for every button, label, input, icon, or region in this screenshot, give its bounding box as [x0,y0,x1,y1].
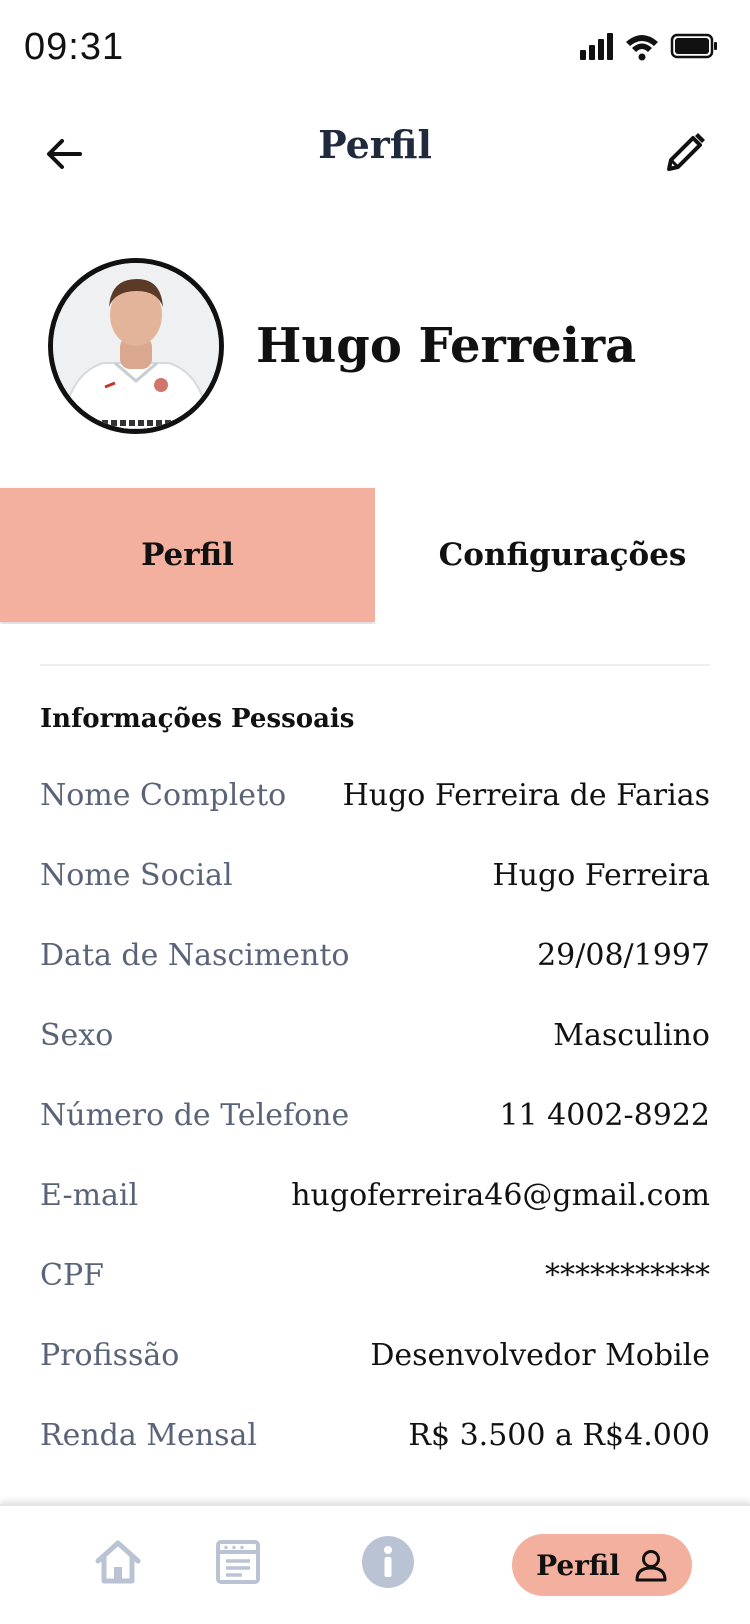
edit-button[interactable] [658,124,714,180]
info-row-cpf: CPF *********** [40,1258,710,1298]
personal-info-section: Informações Pessoais Nome Completo Hugo … [0,624,750,1504]
info-row-renda-mensal: Renda Mensal R$ 3.500 a R$4.000 [40,1418,710,1458]
info-icon [362,1536,414,1588]
home-icon [95,1540,141,1584]
avatar [48,258,224,434]
info-label: E-mail [40,1178,139,1213]
status-time: 09:31 [24,26,125,68]
info-label: Renda Mensal [40,1418,257,1453]
info-row-email: E-mail hugoferreira46@gmail.com [40,1178,710,1218]
info-row-sexo: Sexo Masculino [40,1018,710,1058]
tab-configuracoes[interactable]: Configurações [375,488,750,622]
section-title: Informações Pessoais [40,704,355,734]
info-row-nome-completo: Nome Completo Hugo Ferreira de Farias [40,778,710,818]
user-icon [635,1550,667,1582]
divider [40,664,710,666]
pencil-icon [667,133,705,171]
profile-header: Hugo Ferreira [0,256,750,436]
info-value: Hugo Ferreira de Farias [342,778,710,813]
tab-perfil[interactable]: Perfil [0,488,375,622]
nav-info[interactable] [360,1534,416,1590]
nav-perfil[interactable]: Perfil [512,1534,692,1596]
signal-wifi-battery-icon [580,33,717,61]
nav-news[interactable] [210,1534,266,1590]
info-label: Número de Telefone [40,1098,350,1133]
newspaper-icon [216,1540,260,1584]
info-row-nome-social: Nome Social Hugo Ferreira [40,858,710,898]
info-label: Profissão [40,1338,180,1373]
avatar-photo [53,263,219,429]
page-title: Perfil [318,122,432,167]
info-label: Sexo [40,1018,114,1053]
info-value: 29/08/1997 [537,938,710,973]
info-value: hugoferreira46@gmail.com [291,1178,710,1213]
info-value: Masculino [553,1018,710,1053]
info-row-telefone: Número de Telefone 11 4002-8922 [40,1098,710,1138]
info-value: Hugo Ferreira [492,858,710,893]
info-label: Nome Social [40,858,233,893]
nav-home[interactable] [90,1534,146,1590]
app-header: Perfil [0,96,750,206]
nav-perfil-label: Perfil [536,1548,620,1582]
profile-tabs: Perfil Configurações [0,488,750,622]
status-icons [580,30,720,62]
info-value: Desenvolvedor Mobile [370,1338,710,1373]
info-value: *********** [545,1258,710,1293]
info-row-profissao: Profissão Desenvolvedor Mobile [40,1338,710,1378]
info-label: Data de Nascimento [40,938,350,973]
status-bar: 09:31 [0,0,750,96]
info-row-data-nascimento: Data de Nascimento 29/08/1997 [40,938,710,978]
info-label: CPF [40,1258,104,1293]
info-value: 11 4002-8922 [499,1098,710,1133]
profile-name: Hugo Ferreira [256,318,637,374]
info-label: Nome Completo [40,778,287,813]
bottom-nav: Perfil [0,1504,750,1624]
info-value: R$ 3.500 a R$4.000 [408,1418,710,1453]
